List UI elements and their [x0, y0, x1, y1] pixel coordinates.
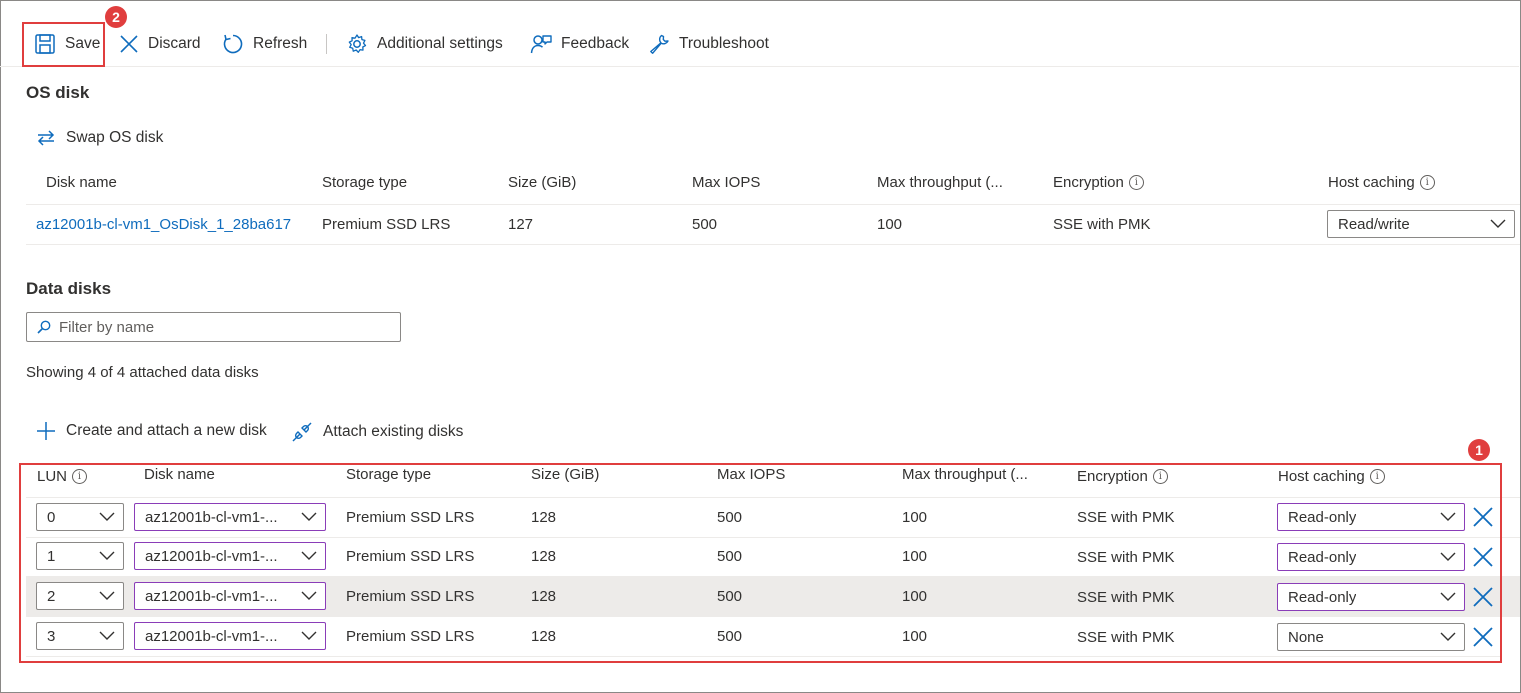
callout-badge-1: 1 — [1468, 439, 1490, 461]
toolbar-divider — [326, 34, 327, 54]
os-header-host-caching-label: Host caching — [1328, 174, 1415, 191]
search-icon — [37, 320, 51, 334]
os-header-size: Size (GiB) — [508, 174, 577, 191]
chevron-down-icon — [1490, 219, 1506, 228]
os-header-host-caching: Host caching i — [1328, 174, 1435, 191]
os-header-disk-name: Disk name — [46, 174, 117, 191]
save-callout-box — [22, 22, 105, 67]
os-host-caching-value: Read/write — [1338, 215, 1410, 233]
data-disks-callout-box — [19, 463, 1502, 663]
filter-by-name-input[interactable] — [59, 318, 379, 336]
additional-settings-label: Additional settings — [377, 35, 503, 52]
discard-button[interactable]: Discard — [119, 22, 201, 66]
os-header-max-throughput: Max throughput (... — [877, 174, 1003, 191]
os-disk-title: OS disk — [26, 83, 90, 102]
wrench-icon — [650, 34, 669, 54]
os-encryption: SSE with PMK — [1053, 216, 1151, 233]
attach-icon — [292, 422, 312, 442]
feedback-button[interactable]: Feedback — [530, 22, 629, 66]
os-header-max-iops: Max IOPS — [692, 174, 761, 191]
info-icon[interactable]: i — [1128, 175, 1144, 190]
discard-label: Discard — [148, 35, 201, 52]
os-max-iops: 500 — [692, 216, 718, 233]
os-header-encryption-label: Encryption — [1053, 174, 1124, 191]
attach-existing-label: Attach existing disks — [323, 423, 464, 440]
refresh-label: Refresh — [253, 35, 308, 52]
create-attach-new-disk-button[interactable]: Create and attach a new disk — [36, 421, 267, 441]
gear-icon — [348, 34, 367, 53]
swap-icon — [37, 130, 55, 146]
refresh-button[interactable]: Refresh — [222, 22, 307, 66]
showing-count-text: Showing 4 of 4 attached data disks — [26, 364, 259, 381]
additional-settings-button[interactable]: Additional settings — [346, 22, 503, 66]
close-icon — [120, 35, 138, 53]
os-host-caching-dropdown[interactable]: Read/write — [1327, 210, 1515, 238]
os-row-divider — [26, 244, 1520, 245]
plus-icon — [37, 422, 55, 440]
troubleshoot-label: Troubleshoot — [679, 35, 769, 52]
info-icon[interactable]: i — [1419, 175, 1435, 190]
feedback-label: Feedback — [561, 35, 630, 52]
os-header-divider — [26, 204, 1520, 205]
os-max-throughput: 100 — [877, 216, 903, 233]
os-storage-type: Premium SSD LRS — [322, 216, 451, 233]
data-disks-title: Data disks — [26, 279, 112, 298]
swap-os-disk-button[interactable]: Swap OS disk — [36, 128, 163, 148]
os-disk-name-link[interactable]: az12001b-cl-vm1_OsDisk_1_28ba617 — [36, 216, 291, 233]
refresh-icon — [223, 34, 243, 54]
os-header-storage-type: Storage type — [322, 174, 408, 191]
attach-existing-disks-button[interactable]: Attach existing disks — [291, 421, 463, 443]
callout-badge-2: 2 — [105, 6, 127, 28]
command-bar: Save Discard Refresh Additional settings… — [0, 22, 1519, 67]
troubleshoot-button[interactable]: Troubleshoot — [648, 22, 769, 66]
swap-os-disk-label: Swap OS disk — [66, 129, 164, 146]
create-attach-label: Create and attach a new disk — [66, 422, 267, 439]
os-header-encryption: Encryption i — [1053, 174, 1144, 191]
filter-by-name-field[interactable] — [26, 312, 401, 342]
os-size: 127 — [508, 216, 534, 233]
feedback-icon — [530, 35, 552, 54]
